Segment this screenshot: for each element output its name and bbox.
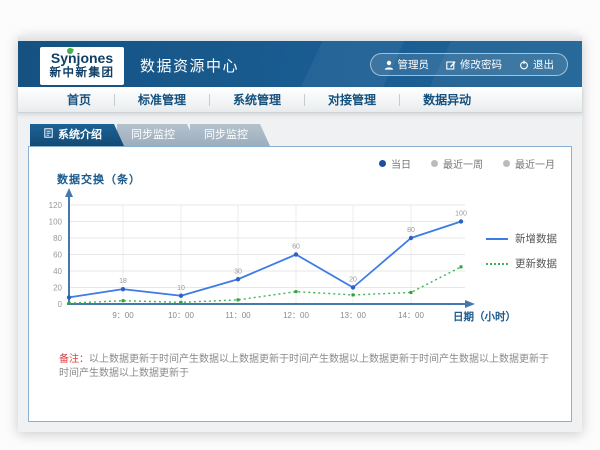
tab-system-intro[interactable]: 系统介绍 (30, 124, 124, 146)
period-option-last-week[interactable]: 最近一周 (431, 156, 483, 171)
tab-label: 系统介绍 (58, 124, 102, 146)
tab-sync-monitor-2[interactable]: 同步监控 (190, 124, 270, 146)
svg-text:60: 60 (53, 251, 62, 260)
nav-item-system-mgmt[interactable]: 系统管理 (210, 91, 304, 108)
power-icon (519, 60, 529, 70)
radio-dot-icon (431, 160, 438, 167)
tab-sync-monitor-1[interactable]: 同步监控 (117, 124, 197, 146)
footnote-text: 以上数据更新于时间产生数据以上数据更新于时间产生数据以上数据更新于时间产生数据以… (59, 354, 549, 379)
tab-bar: 系统介绍 同步监控 同步监控 (30, 124, 270, 146)
legend-label: 更新数据 (515, 256, 557, 271)
current-user-label: 管理员 (398, 57, 430, 72)
current-user-button[interactable]: 管理员 (384, 57, 430, 72)
chart-panel: 0 20 40 60 80 100 120 9：00 10：00 11：00 12：00 13：00 1… (28, 146, 572, 422)
main-nav: 首页 标准管理 系统管理 对接管理 数据异动 (18, 87, 582, 113)
app-header: Synjones 新中新集团 数据资源中心 管理员 修改密码 (18, 41, 582, 87)
change-password-label: 修改密码 (460, 57, 502, 72)
nav-item-data-change[interactable]: 数据异动 (400, 91, 494, 108)
svg-text:20: 20 (349, 277, 357, 284)
content-area: 系统介绍 同步监控 同步监控 0 20 40 60 80 100 120 9：00 10：00 1… (18, 113, 582, 432)
svg-text:10：00: 10：00 (168, 311, 194, 320)
green-dotted-swatch-icon (486, 263, 508, 265)
svg-text:10: 10 (177, 285, 185, 292)
footnote-prefix: 备注： (59, 354, 89, 365)
svg-text:80: 80 (53, 234, 62, 243)
period-selector: 当日 最近一周 最近一月 (379, 156, 555, 171)
svg-text:12：00: 12：00 (283, 311, 309, 320)
edit-icon (446, 60, 456, 70)
period-option-today[interactable]: 当日 (379, 156, 411, 171)
tab-label: 同步监控 (204, 129, 248, 141)
svg-text:0: 0 (58, 300, 63, 309)
period-label: 最近一月 (515, 156, 555, 171)
svg-text:9：00: 9：00 (112, 311, 134, 320)
change-password-button[interactable]: 修改密码 (446, 57, 502, 72)
tab-label: 同步监控 (131, 129, 175, 141)
footnote: 备注：以上数据更新于时间产生数据以上数据更新于时间产生数据以上数据更新于时间产生… (59, 353, 549, 381)
chart-legend: 新增数据 更新数据 (486, 231, 557, 281)
svg-text:100: 100 (49, 218, 63, 227)
page: Synjones 新中新集团 数据资源中心 管理员 修改密码 (0, 0, 600, 450)
svg-text:30: 30 (234, 268, 242, 275)
company-logo: Synjones 新中新集团 (40, 47, 124, 85)
svg-text:日期（小时）: 日期（小时） (453, 310, 516, 323)
svg-text:20: 20 (53, 284, 62, 293)
user-icon (384, 60, 394, 70)
svg-text:60: 60 (292, 244, 300, 251)
nav-item-home[interactable]: 首页 (44, 91, 114, 108)
page-title: 数据资源中心 (140, 55, 239, 76)
svg-text:18: 18 (119, 278, 127, 285)
period-option-last-month[interactable]: 最近一月 (503, 156, 555, 171)
period-label: 最近一周 (443, 156, 483, 171)
period-label: 当日 (391, 156, 411, 171)
legend-item-new-data: 新增数据 (486, 231, 557, 246)
legend-item-updated-data: 更新数据 (486, 256, 557, 271)
logo-primary-text: Synjones (40, 50, 124, 66)
svg-text:14：00: 14：00 (398, 311, 424, 320)
svg-text:120: 120 (49, 201, 63, 210)
document-icon (44, 124, 53, 146)
nav-item-standard-mgmt[interactable]: 标准管理 (115, 91, 209, 108)
logout-label: 退出 (533, 57, 554, 72)
nav-item-interface-mgmt[interactable]: 对接管理 (305, 91, 399, 108)
blue-line-swatch-icon (486, 238, 508, 240)
app-window: Synjones 新中新集团 数据资源中心 管理员 修改密码 (18, 36, 582, 432)
svg-text:40: 40 (53, 267, 62, 276)
logo-secondary-text: 新中新集团 (40, 66, 124, 81)
svg-text:80: 80 (407, 227, 415, 234)
y-axis-title: 数据交换（条） (57, 171, 141, 187)
radio-dot-icon (379, 160, 386, 167)
legend-label: 新增数据 (515, 231, 557, 246)
svg-text:100: 100 (455, 211, 467, 218)
logout-button[interactable]: 退出 (519, 57, 554, 72)
svg-text:13：00: 13：00 (340, 311, 366, 320)
svg-text:11：00: 11：00 (225, 311, 251, 320)
user-actions-pill: 管理员 修改密码 退出 (370, 53, 569, 76)
radio-dot-icon (503, 160, 510, 167)
